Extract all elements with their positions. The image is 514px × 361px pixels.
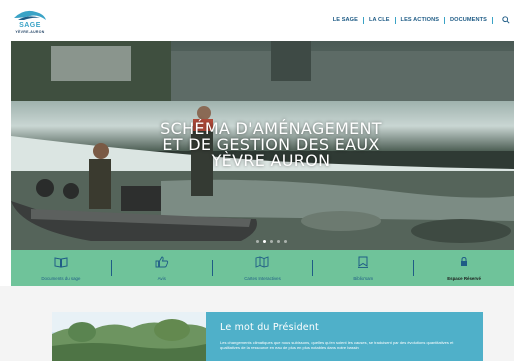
book-icon [54, 257, 68, 268]
quicklink-bibliosam[interactable]: Biblio'sam [313, 250, 413, 286]
quicklink-avis[interactable]: Avis [112, 250, 212, 286]
nav-les-actions[interactable]: LES ACTIONS [401, 17, 440, 23]
slider-dot[interactable] [255, 240, 259, 243]
nav-la-cle[interactable]: LA CLE [369, 17, 390, 23]
quicklink-label: Cartes Interactives [244, 276, 281, 281]
site-header: SAGE YÈVRE-AURON LE SAGE LA CLE LES ACTI… [0, 0, 514, 40]
map-icon [256, 256, 269, 268]
logo-subtitle: YÈVRE-AURON [15, 30, 45, 34]
nav-documents[interactable]: DOCUMENTS [450, 17, 487, 23]
hero-title: SCHÉMA D'AMÉNAGEMENT ET DE GESTION DES E… [11, 121, 514, 169]
slider-dot[interactable] [283, 240, 287, 243]
thumbs-up-icon [155, 256, 168, 268]
landscape-image [52, 312, 206, 361]
quicklink-label: Avis [157, 276, 166, 281]
president-title: Le mot du Président [220, 322, 319, 333]
slider-dot-active[interactable] [262, 240, 266, 243]
quicklink-documents[interactable]: Documents du sage [11, 250, 111, 286]
lock-icon [461, 256, 468, 266]
president-card: Le mot du Président Les changements clim… [206, 312, 483, 361]
president-text: Les changements climatiques que nous sub… [220, 340, 454, 351]
quicklink-espace-reserve[interactable]: Espace Réservé [414, 250, 514, 286]
nav-separator [362, 16, 364, 24]
quicklink-label: Documents du sage [41, 276, 81, 281]
nav-separator [492, 16, 493, 24]
quicklink-label: Espace Réservé [447, 276, 481, 281]
nav-separator [394, 16, 396, 24]
slider-dots [11, 240, 514, 243]
slider-dot[interactable] [276, 240, 280, 243]
quicklinks-bar: Documents du sage Avis Cartes Interactiv… [11, 250, 514, 286]
hero-title-line: YÈVRE AURON [211, 151, 331, 170]
nav-le-sage[interactable]: LE SAGE [333, 17, 358, 23]
slider-dot[interactable] [269, 240, 273, 243]
nav-separator [444, 16, 446, 24]
bookmark-icon [358, 256, 369, 268]
quicklink-label: Biblio'sam [353, 276, 374, 281]
president-section: Le mot du Président Les changements clim… [0, 286, 514, 361]
search-icon[interactable] [502, 16, 510, 24]
president-photo [52, 312, 206, 361]
quicklink-cartes[interactable]: Cartes Interactives [213, 250, 313, 286]
main-nav: LE SAGE LA CLE LES ACTIONS DOCUMENTS [333, 15, 510, 25]
logo-name: SAGE [19, 22, 41, 29]
hero-slider[interactable]: SCHÉMA D'AMÉNAGEMENT ET DE GESTION DES E… [11, 41, 514, 250]
